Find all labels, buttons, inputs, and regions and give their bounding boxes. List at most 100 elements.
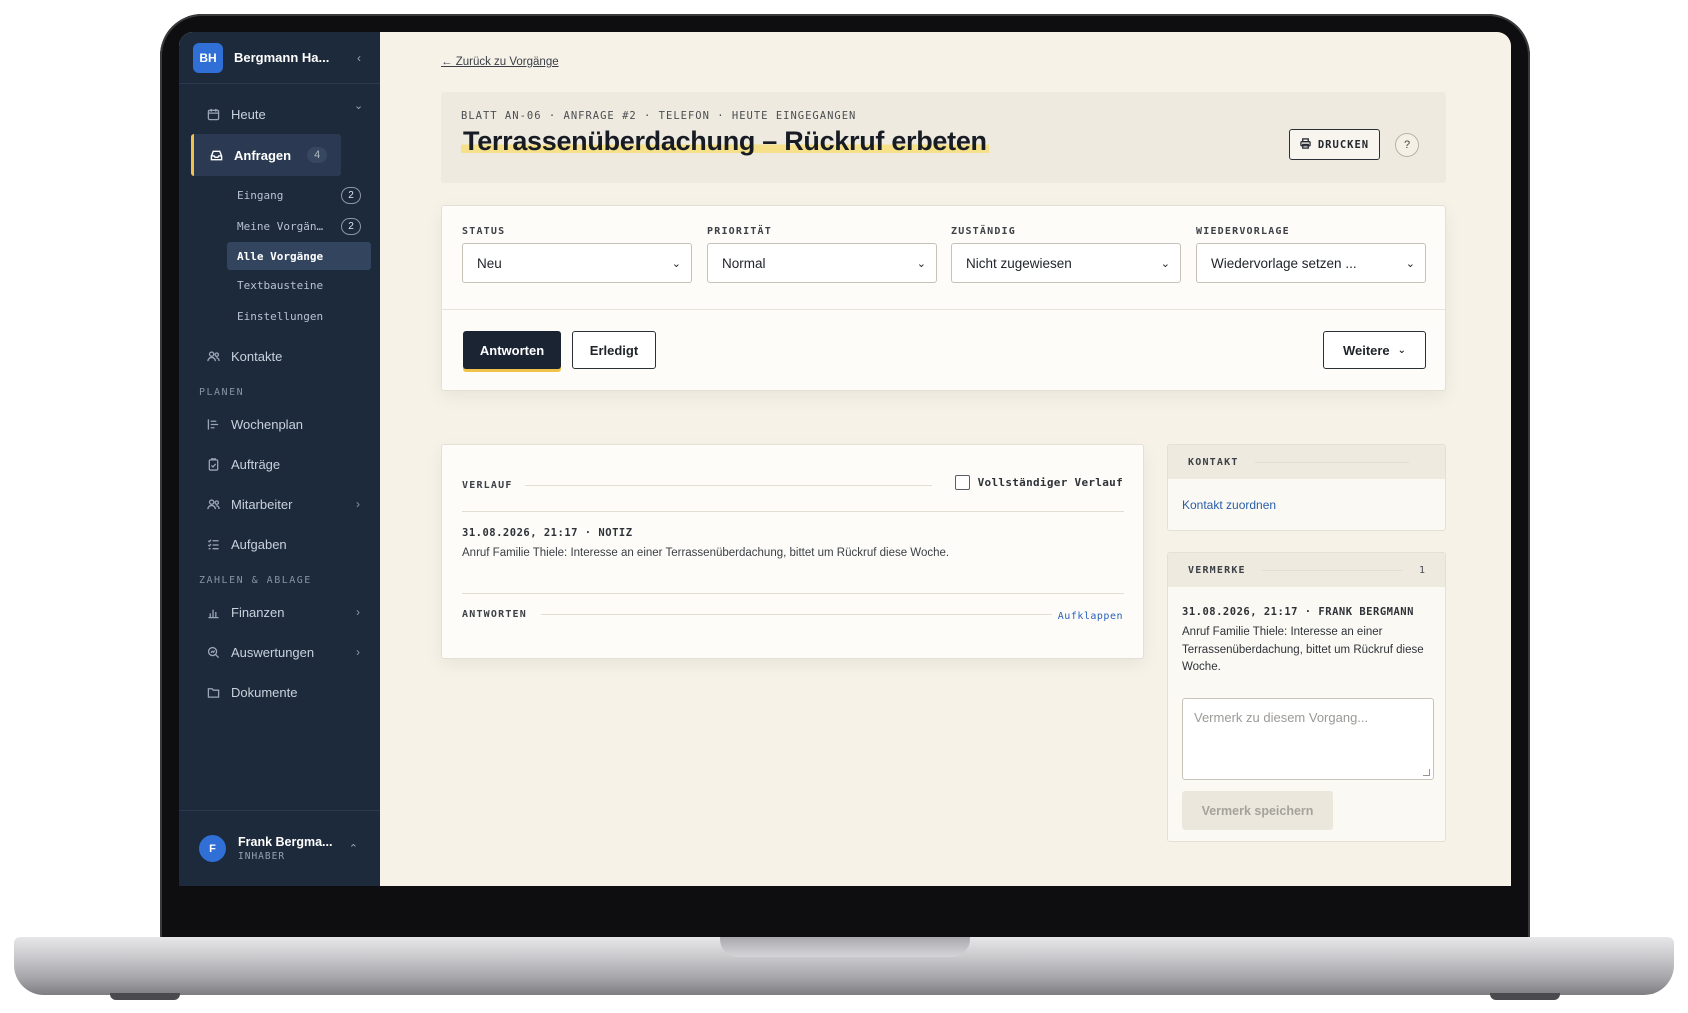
divider	[1254, 461, 1409, 463]
breadcrumb: BLATT AN-06 · ANFRAGE #2 · TELEFON · HEU…	[461, 110, 857, 122]
assign-contact-link[interactable]: Kontakt zuordnen	[1182, 498, 1276, 512]
sidebar-item-dokumente[interactable]: Dokumente	[179, 672, 380, 712]
meine-count-badge: 2	[341, 218, 361, 235]
full-history-toggle[interactable]: Vollständiger Verlauf	[954, 475, 1123, 490]
user-menu[interactable]: F Frank Bergma... INHABER ⌃	[179, 810, 380, 886]
user-role: INHABER	[238, 851, 286, 862]
avatar: F	[199, 835, 226, 862]
print-button[interactable]: DRUCKEN	[1289, 129, 1380, 160]
note-meta: 31.08.2026, 21:17 · FRANK BERGMANN	[1182, 606, 1414, 618]
expand-link[interactable]: Aufklappen	[1058, 611, 1123, 622]
note-textarea[interactable]: Vermerk zu diesem Vorgang...	[1182, 698, 1434, 780]
org-name[interactable]: Bergmann Ha...	[234, 50, 352, 65]
wiedervorlage-value: Wiedervorlage setzen ...	[1211, 255, 1357, 271]
prioritaet-select[interactable]: Normal ⌄	[707, 243, 937, 283]
history-entry-text: Anruf Familie Thiele: Interesse an einer…	[462, 547, 950, 559]
more-button-label: Weitere	[1342, 342, 1390, 358]
chevron-down-icon: ⌄	[1405, 258, 1415, 270]
chevron-down-icon: ⌄	[916, 258, 926, 270]
sidebar-item-aufgaben[interactable]: Aufgaben	[179, 524, 380, 564]
wiedervorlage-select[interactable]: Wiedervorlage setzen ... ⌄	[1196, 243, 1426, 283]
controls-card: STATUS Neu ⌄ PRIORITÄT Normal ⌄ ZUSTÄNDI…	[441, 205, 1446, 391]
sidebar-subitem-label: Alle Vorgänge	[237, 249, 324, 263]
resize-handle-icon[interactable]	[1423, 769, 1430, 776]
sidebar-subitem-alle-vorgaenge[interactable]: Alle Vorgänge	[227, 242, 371, 270]
user-info: Frank Bergma... INHABER	[238, 835, 349, 862]
contact-label: KONTAKT	[1188, 456, 1239, 468]
sidebar-item-label: Dokumente	[231, 684, 298, 700]
sidebar-subitem-einstellungen[interactable]: Einstellungen	[227, 301, 371, 332]
user-name: Frank Bergma...	[238, 835, 333, 849]
calendar-icon	[205, 106, 221, 122]
divider	[462, 593, 1124, 594]
notes-count: 1	[1418, 564, 1425, 576]
anfragen-submenu: Eingang 2 Meine Vorgän… 2 Alle Vorgänge …	[179, 180, 380, 332]
sidebar-item-label: Mitarbeiter	[231, 496, 293, 512]
org-avatar[interactable]: BH	[193, 42, 223, 73]
sidebar-subitem-textbausteine[interactable]: Textbausteine	[227, 270, 371, 301]
sidebar-item-mitarbeiter[interactable]: Mitarbeiter ›	[179, 484, 380, 524]
zustaendig-select[interactable]: Nicht zugewiesen ⌄	[951, 243, 1181, 283]
sidebar-item-wochenplan[interactable]: Wochenplan	[179, 404, 380, 444]
verlauf-label: VERLAUF	[462, 480, 513, 491]
sidebar-subitem-label: Textbausteine	[237, 279, 324, 292]
full-history-label: Vollständiger Verlauf	[977, 476, 1123, 489]
laptop-notch	[720, 937, 970, 957]
clipboard-check-icon	[205, 456, 221, 472]
done-button[interactable]: Erledigt	[572, 331, 656, 369]
print-button-label: DRUCKEN	[1317, 138, 1370, 151]
divider	[541, 614, 1052, 615]
divider	[462, 511, 1124, 512]
sidebar-item-label: Aufgaben	[231, 536, 287, 552]
status-select[interactable]: Neu ⌄	[462, 243, 692, 283]
anfragen-count-badge: 4	[307, 147, 328, 163]
sidebar-subitem-label: Einstellungen	[237, 310, 324, 323]
sidebar-item-finanzen[interactable]: Finanzen ›	[179, 592, 380, 632]
chevron-right-icon: ›	[356, 605, 360, 619]
save-note-button[interactable]: Vermerk speichern	[1182, 791, 1333, 830]
sidebar-item-label: Aufträge	[231, 456, 281, 472]
sidebar-nav: Heute Anfragen 4 ⌄ Eingang 2 Meine Vorgä…	[179, 84, 380, 712]
gantt-icon	[205, 416, 221, 432]
more-button[interactable]: Weitere ⌄	[1323, 331, 1426, 369]
inbox-icon	[208, 147, 224, 163]
reply-button[interactable]: Antworten	[463, 331, 561, 369]
sidebar-subitem-label: Eingang	[237, 189, 284, 202]
note-text: Anruf Familie Thiele: Interesse an einer…	[1182, 626, 1424, 673]
sidebar-item-kontakte[interactable]: Kontakte	[179, 336, 380, 376]
section-label-planen: PLANEN	[199, 386, 245, 398]
antworten-header: ANTWORTEN	[462, 609, 1052, 620]
sidebar-item-auftraege[interactable]: Aufträge	[179, 444, 380, 484]
back-link[interactable]: ← Zurück zu Vorgänge	[441, 56, 559, 68]
checklist-icon	[205, 536, 221, 552]
laptop-foot-right	[1490, 993, 1560, 1000]
page-title: Terrassenüberdachung – Rückruf erbeten	[461, 126, 989, 157]
wiedervorlage-field: WIEDERVORLAGE Wiedervorlage setzen ... ⌄	[1196, 226, 1426, 283]
sidebar-item-label: Kontakte	[231, 348, 283, 364]
page-title-text: Terrassenüberdachung – Rückruf erbeten	[461, 126, 989, 156]
sidebar-subitem-eingang[interactable]: Eingang 2	[227, 180, 371, 211]
chevron-up-icon[interactable]: ⌃	[349, 842, 358, 855]
collapse-sidebar-icon[interactable]: ‹	[352, 51, 366, 65]
antworten-label: ANTWORTEN	[462, 609, 527, 620]
chevron-down-icon[interactable]: ⌄	[354, 99, 363, 112]
zustaendig-value: Nicht zugewiesen	[966, 255, 1072, 271]
sidebar-item-label: Anfragen	[234, 147, 292, 163]
users-icon	[205, 348, 221, 364]
sidebar-item-anfragen[interactable]: Anfragen 4	[191, 134, 341, 176]
chevron-down-icon: ⌄	[1160, 258, 1170, 270]
main-content: ← Zurück zu Vorgänge BLATT AN-06 · ANFRA…	[380, 32, 1511, 886]
help-button[interactable]: ?	[1395, 133, 1419, 157]
sidebar-subitem-meine-vorgaenge[interactable]: Meine Vorgän… 2	[227, 211, 371, 242]
history-card: VERLAUF Vollständiger Verlauf 31.08.2026…	[441, 444, 1144, 659]
zustaendig-field: ZUSTÄNDIG Nicht zugewiesen ⌄	[951, 226, 1181, 283]
screen: BH Bergmann Ha... ‹ Heute Anfragen 4 ⌄ E…	[179, 32, 1511, 886]
sidebar-item-auswertungen[interactable]: Auswertungen ›	[179, 632, 380, 672]
zustaendig-label: ZUSTÄNDIG	[951, 226, 1016, 237]
sidebar: BH Bergmann Ha... ‹ Heute Anfragen 4 ⌄ E…	[179, 32, 380, 886]
chevron-right-icon: ›	[356, 497, 360, 511]
full-history-checkbox[interactable]	[954, 475, 970, 490]
sidebar-subitem-label: Meine Vorgän…	[237, 220, 324, 233]
status-field: STATUS Neu ⌄	[462, 226, 692, 283]
sidebar-item-heute[interactable]: Heute	[179, 94, 380, 134]
